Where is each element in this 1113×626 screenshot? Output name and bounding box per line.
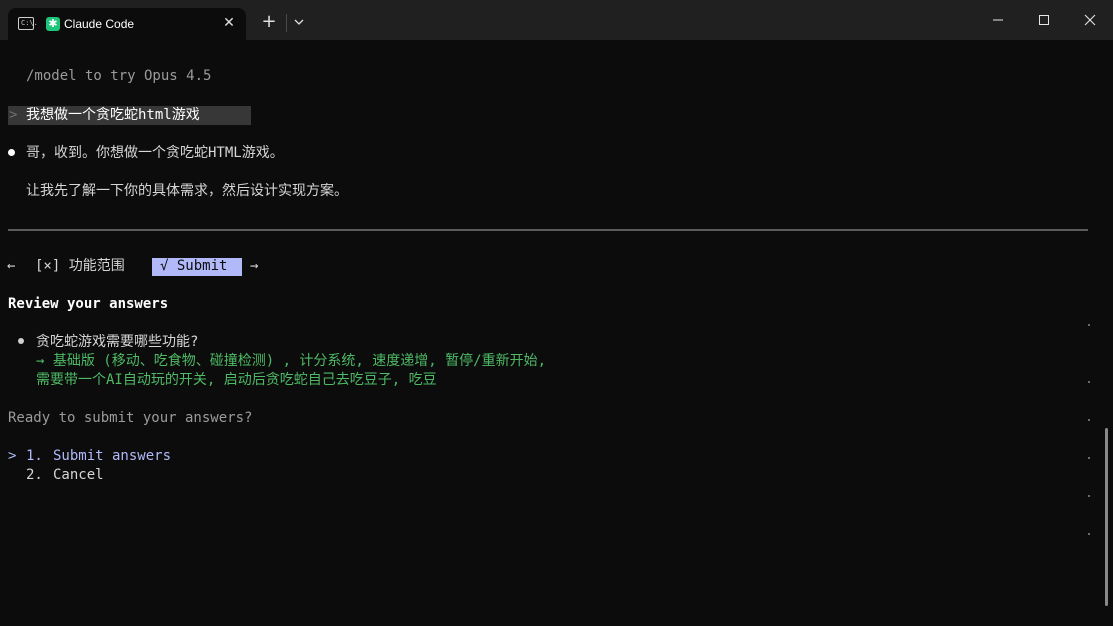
nav-right-arrow-icon[interactable]: → (250, 257, 258, 276)
scrollbar-thumb[interactable] (1105, 428, 1108, 606)
tab-submit[interactable]: √ Submit (160, 257, 227, 276)
close-window-button[interactable] (1078, 8, 1102, 32)
question-bullet-icon (18, 338, 24, 344)
title-bar: C:\. ✱ Claude Code ✕ + (0, 0, 1113, 40)
question-text: 贪吃蛇游戏需要哪些功能? (36, 334, 199, 350)
tab-dropdown-icon[interactable] (290, 12, 308, 32)
review-title: Review your answers (8, 296, 169, 312)
scroll-mark (1088, 495, 1090, 497)
scroll-mark (1088, 419, 1090, 421)
maximize-button[interactable] (1032, 8, 1056, 32)
terminal-icon: C:\. (18, 17, 38, 30)
nav-left-arrow-icon[interactable]: ← (7, 257, 15, 276)
divider (8, 229, 1088, 231)
tab-close-icon[interactable]: ✕ (220, 14, 238, 32)
new-tab-button[interactable]: + (258, 12, 280, 32)
assistant-line-1: 哥，收到。你想做一个贪吃蛇HTML游戏。 (26, 145, 284, 161)
assistant-bullet-icon (8, 149, 15, 156)
scroll-mark (1088, 533, 1090, 535)
answer-line-2: 需要带一个AI自动玩的开关, 启动后贪吃蛇自己去吃豆子, 吃豆 (36, 372, 437, 388)
claude-logo-icon: ✱ (46, 17, 60, 31)
tab-title: Claude Code (64, 17, 135, 31)
assistant-line-2: 让我先了解一下你的具体需求，然后设计实现方案。 (26, 183, 348, 199)
scroll-mark (1088, 381, 1090, 383)
selection-cursor-icon: > (8, 448, 17, 464)
option-label[interactable]: Submit answers (53, 447, 171, 466)
option-number: 1. (26, 448, 43, 464)
scroll-mark (1088, 324, 1090, 326)
scroll-mark (1088, 457, 1090, 459)
user-prompt-marker: > (9, 107, 18, 123)
user-message: 我想做一个贪吃蛇html游戏 (26, 107, 200, 123)
minimize-button[interactable] (986, 8, 1010, 32)
ready-prompt: Ready to submit your answers? (8, 410, 253, 426)
titlebar-divider (286, 14, 287, 32)
answer-line-1: → 基础版 (移动、吃食物、碰撞检测) , 计分系统, 速度递增, 暂停/重新开… (36, 353, 547, 369)
option-number: 2. (26, 467, 43, 483)
tab-feature-scope[interactable]: [×] 功能范围 (35, 257, 125, 276)
tab-claude-code[interactable]: C:\. ✱ Claude Code ✕ (8, 8, 246, 40)
option-label[interactable]: Cancel (53, 466, 104, 485)
model-hint: /model to try Opus 4.5 (26, 68, 212, 84)
